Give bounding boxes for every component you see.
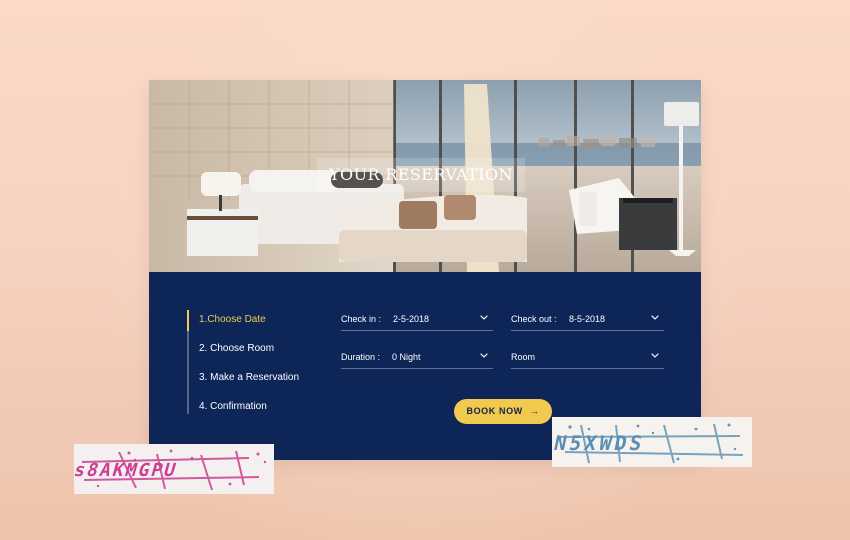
active-step-indicator	[187, 310, 189, 331]
reservation-title: YOUR RESERVATION	[329, 165, 513, 184]
captcha-right: N5XWDS	[552, 417, 752, 467]
check-out-label: Check out :	[511, 314, 557, 324]
chevron-down-icon	[480, 353, 488, 358]
room-label: Room	[511, 352, 536, 362]
check-in-field[interactable]: Check in : 2-5-2018	[341, 311, 493, 331]
check-in-value: 2-5-2018	[393, 314, 430, 324]
room-underline	[511, 368, 664, 369]
step-choose-room[interactable]: 2. Choose Room	[199, 343, 274, 355]
captcha-right-text: N5XWDS	[552, 431, 647, 455]
captcha-left-text: s8AKMGPU	[74, 460, 180, 481]
check-out-value: 8-5-2018	[569, 314, 606, 324]
captcha-right-graphic: N5XWDS	[552, 417, 752, 467]
chevron-down-icon	[651, 315, 659, 320]
book-now-label: BOOK NOW	[466, 406, 523, 416]
hero-image: YOUR RESERVATION	[149, 80, 701, 272]
reservation-steps: 1.Choose Date 2. Choose Room 3. Make a R…	[187, 302, 337, 414]
book-now-button[interactable]: BOOK NOW →	[454, 399, 552, 424]
chevron-down-icon	[651, 353, 659, 358]
check-in-underline	[341, 330, 493, 331]
reservation-card: YOUR RESERVATION 1.Choose Date 2. Choose…	[149, 80, 701, 460]
room-field[interactable]: Room	[511, 349, 664, 369]
captcha-left-graphic: s8AKMGPU	[74, 444, 274, 494]
captcha-left: s8AKMGPU	[74, 444, 274, 494]
arrow-right-icon: →	[529, 406, 540, 416]
chevron-down-icon	[480, 315, 488, 320]
check-out-underline	[511, 330, 664, 331]
step-choose-date[interactable]: 1.Choose Date	[199, 314, 266, 326]
check-out-field[interactable]: Check out : 8-5-2018	[511, 311, 664, 331]
step-confirmation[interactable]: 4. Confirmation	[199, 401, 267, 413]
duration-label: Duration :	[341, 352, 381, 362]
duration-field[interactable]: Duration : 0 Night	[341, 349, 493, 369]
check-in-label: Check in :	[341, 314, 382, 324]
duration-value: 0 Night	[392, 352, 421, 362]
duration-underline	[341, 368, 493, 369]
step-make-reservation[interactable]: 3. Make a Reservation	[199, 372, 299, 384]
